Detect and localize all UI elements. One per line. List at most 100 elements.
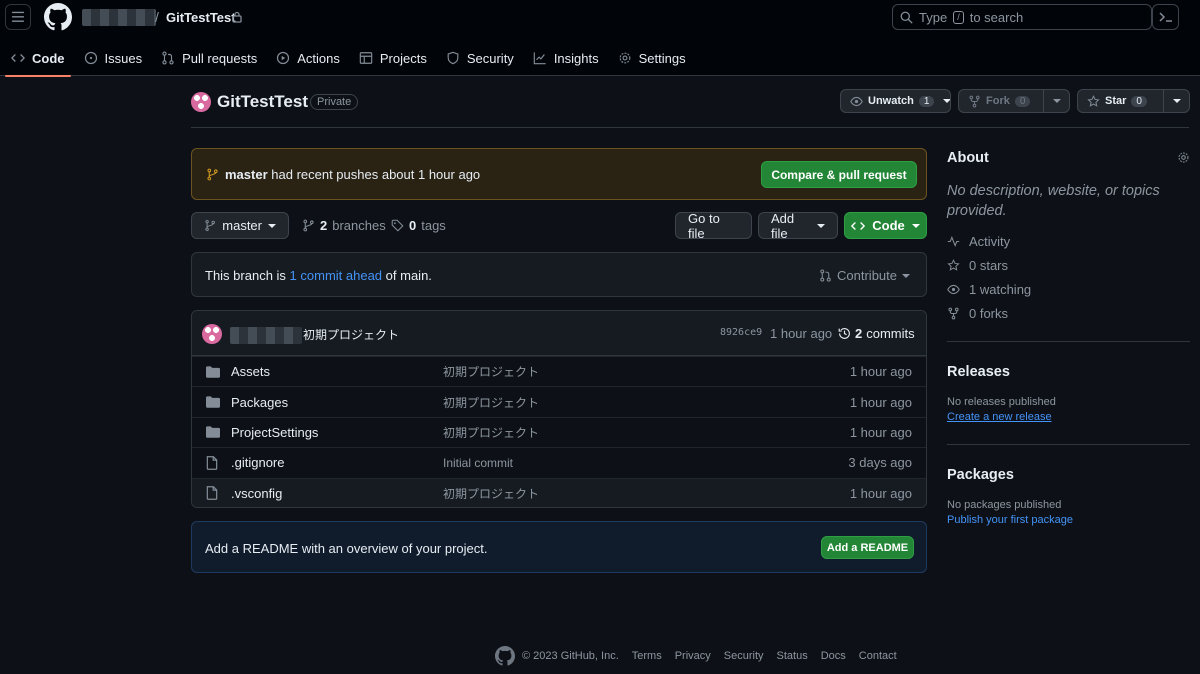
file-name-link[interactable]: Packages [231,395,288,410]
play-icon [277,51,290,65]
pulse-icon [947,236,960,247]
repo-title[interactable]: GitTestTest [217,92,308,112]
tab-settings-label: Settings [638,50,686,66]
file-commit-message[interactable]: 初期プロジェクト [443,485,539,502]
committer-name-redacted[interactable] [230,327,302,344]
releases-heading[interactable]: Releases [947,364,1010,380]
fork-count: 0 [1014,95,1031,107]
publish-package-link[interactable]: Publish your first package [947,514,1073,526]
footer-link-terms[interactable]: Terms [632,650,662,662]
stars-link[interactable]: 0 stars [947,258,1008,273]
command-palette-button[interactable] [1152,4,1179,30]
star-icon [947,259,960,271]
commits-ahead-link[interactable]: 1 commit ahead [290,268,383,283]
commits-history-link[interactable]: 2 commits [838,326,915,341]
fork-dropdown[interactable] [1043,90,1069,112]
recent-push-message: had recent pushes about 1 hour ago [271,167,481,182]
lock-icon [232,11,242,23]
go-to-file-button[interactable]: Go to file [675,211,752,241]
github-logo-icon[interactable] [44,3,72,31]
create-release-link[interactable]: Create a new release [947,411,1052,423]
file-name-link[interactable]: ProjectSettings [231,425,318,440]
file-commit-date: 1 hour ago [849,424,912,440]
code-dropdown-button[interactable]: Code [844,212,927,239]
file-commit-date: 1 hour ago [849,485,912,501]
branch-selector[interactable]: master [191,212,289,239]
file-row[interactable]: .gitignore Initial commit 3 days ago [192,447,926,477]
footer-link-security[interactable]: Security [724,650,764,662]
folder-icon [206,396,220,408]
file-row[interactable]: ProjectSettings 初期プロジェクト 1 hour ago [192,416,926,447]
forks-link[interactable]: 0 forks [947,306,1008,321]
star-icon [1087,94,1100,107]
tab-code[interactable]: Code [3,40,73,77]
repo-owner-avatar[interactable] [191,92,211,112]
file-commit-message[interactable]: 初期プロジェクト [443,424,539,441]
shield-icon [447,51,459,65]
compare-pull-request-button[interactable]: Compare & pull request [761,161,917,188]
repo-link[interactable]: GitTestTest [166,10,236,25]
watchers-link[interactable]: 1 watching [947,282,1031,297]
file-name-link[interactable]: .vsconfig [231,486,282,501]
global-header: / GitTestTest Type / to search Code Issu… [0,0,1200,77]
about-description: No description, website, or topics provi… [947,183,1160,219]
activity-label: Activity [969,234,1011,249]
file-commit-message[interactable]: 初期プロジェクト [443,363,539,380]
contribute-button[interactable]: Contribute [819,268,910,283]
folder-icon [206,426,220,439]
tab-settings[interactable]: Settings [610,40,694,76]
activity-link[interactable]: Activity [947,234,1010,249]
gear-icon [619,52,631,64]
add-readme-button[interactable]: Add a README [821,536,914,559]
unwatch-button[interactable]: Unwatch 1 [841,90,943,112]
commits-label: commits [866,326,915,341]
tab-actions[interactable]: Actions [268,40,348,76]
add-file-button[interactable]: Add file [758,211,838,241]
star-button[interactable]: Star 0 [1078,90,1163,112]
tags-link[interactable]: 0 tags [391,218,446,233]
menu-button[interactable] [5,4,31,30]
commit-time: 1 hour ago [770,326,833,341]
tab-insights[interactable]: Insights [525,40,607,76]
footer-link-privacy[interactable]: Privacy [675,650,711,662]
owner-name-redacted[interactable] [82,9,156,26]
footer-link-status[interactable]: Status [777,650,808,662]
file-row[interactable]: Assets 初期プロジェクト 1 hour ago [192,356,926,386]
github-logo-icon[interactable] [495,646,515,666]
fork-button[interactable]: Fork 0 [959,90,1043,112]
eye-icon [947,284,960,295]
commit-sha[interactable]: 8926ce9 [720,327,762,338]
tab-issues[interactable]: Issues [76,40,151,76]
file-row[interactable]: .vsconfig 初期プロジェクト 1 hour ago [192,477,926,507]
footer-copyright: © 2023 GitHub, Inc. [522,650,619,662]
file-commit-date: 1 hour ago [849,394,912,410]
footer-link-contact[interactable]: Contact [859,650,897,662]
gear-icon[interactable] [1177,151,1190,164]
search-prefix: Type [919,9,948,25]
file-row[interactable]: Packages 初期プロジェクト 1 hour ago [192,386,926,416]
no-releases-text: No releases published [947,396,1056,408]
star-dropdown[interactable] [1163,90,1189,112]
current-branch-label: master [222,218,262,233]
table-icon [359,52,373,64]
file-commit-message[interactable]: Initial commit [443,456,513,470]
search-input[interactable]: Type / to search [892,4,1152,30]
tab-security[interactable]: Security [438,40,522,76]
watch-count: 1 [918,95,935,107]
pushed-branch-name[interactable]: master [225,167,268,182]
tab-pull-requests[interactable]: Pull requests [153,40,265,76]
caret-down-icon [943,99,950,103]
watch-button-group: Unwatch 1 [840,89,951,113]
committer-avatar[interactable] [202,324,222,344]
file-commit-message[interactable]: 初期プロジェクト [443,394,539,411]
latest-commit-message[interactable]: 初期プロジェクト [303,326,399,343]
branches-link[interactable]: 2 branches [302,218,386,233]
file-name-link[interactable]: .gitignore [231,455,284,470]
packages-heading[interactable]: Packages [947,467,1014,483]
commit-count: 2 [855,326,863,341]
git-pull-request-icon [162,51,174,65]
tab-projects[interactable]: Projects [351,40,435,76]
footer-link-docs[interactable]: Docs [821,650,846,662]
watch-dropdown[interactable] [943,90,950,112]
file-name-link[interactable]: Assets [231,364,270,379]
